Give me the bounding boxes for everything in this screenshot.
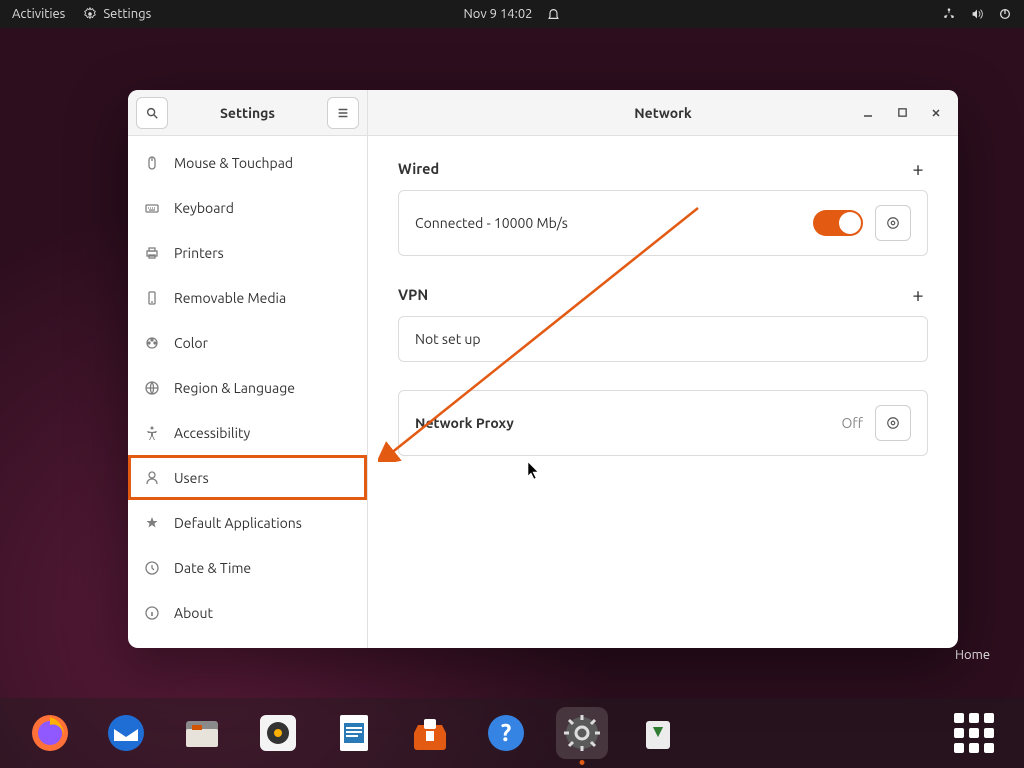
vpn-section-title: VPN xyxy=(398,286,428,303)
bell-icon[interactable] xyxy=(547,7,561,21)
sidebar-item-label: Default Applications xyxy=(174,515,302,531)
wired-settings-button[interactable] xyxy=(875,205,911,241)
sidebar-item-label: Removable Media xyxy=(174,290,286,306)
sidebar-item-keyboard[interactable]: Keyboard xyxy=(128,185,367,230)
sidebar-list: Mouse & Touchpad Keyboard Printers Removabl… xyxy=(128,136,367,648)
current-app-indicator[interactable]: Settings xyxy=(83,7,151,21)
sidebar-item-label: Color xyxy=(174,335,208,351)
gear-icon xyxy=(886,416,900,430)
sidebar-item-info[interactable]: About xyxy=(128,590,367,635)
sidebar-item-label: Keyboard xyxy=(174,200,234,216)
sidebar-item-label: Printers xyxy=(174,245,224,261)
settings-window: Settings Mouse & Touchpad Keyboard Printer… xyxy=(128,90,958,648)
dock-files[interactable] xyxy=(176,707,228,759)
star-icon xyxy=(144,515,160,531)
minimize-button[interactable] xyxy=(854,99,882,127)
main-header: Network xyxy=(368,90,958,136)
sidebar-item-mouse[interactable]: Mouse & Touchpad xyxy=(128,140,367,185)
user-icon xyxy=(144,470,160,486)
svg-text:?: ? xyxy=(501,719,512,746)
main-panel: Network Wired + Connected - 10000 Mb/s V… xyxy=(368,90,958,648)
accessibility-icon xyxy=(144,425,160,441)
media-icon xyxy=(144,290,160,306)
globe-icon xyxy=(144,380,160,396)
sidebar-item-accessibility[interactable]: Accessibility xyxy=(128,410,367,455)
grid-icon xyxy=(954,713,994,753)
current-app-label: Settings xyxy=(103,7,151,21)
dock-rhythmbox[interactable] xyxy=(252,707,304,759)
sidebar-item-color[interactable]: Color xyxy=(128,320,367,365)
dock-firefox[interactable] xyxy=(24,707,76,759)
dock: ? xyxy=(0,698,1024,768)
printer-icon xyxy=(144,245,160,261)
sidebar-title: Settings xyxy=(174,105,321,121)
wired-connection-row[interactable]: Connected - 10000 Mb/s xyxy=(398,190,928,256)
sidebar-item-user[interactable]: Users xyxy=(128,455,367,500)
dock-settings[interactable] xyxy=(556,707,608,759)
add-wired-button[interactable]: + xyxy=(908,158,928,178)
gear-icon xyxy=(83,7,97,21)
keyboard-icon xyxy=(144,200,160,216)
activities-button[interactable]: Activities xyxy=(12,7,65,21)
menu-button[interactable] xyxy=(327,97,359,129)
proxy-status: Off xyxy=(841,415,863,431)
proxy-row[interactable]: Network Proxy Off xyxy=(398,390,928,456)
vpn-status-label: Not set up xyxy=(415,331,911,347)
mouse-icon xyxy=(144,155,160,171)
dock-show-apps[interactable] xyxy=(948,707,1000,759)
close-button[interactable] xyxy=(922,99,950,127)
vpn-row[interactable]: Not set up xyxy=(398,316,928,362)
volume-icon[interactable] xyxy=(970,7,984,21)
sidebar-item-label: Mouse & Touchpad xyxy=(174,155,293,171)
sidebar-item-label: About xyxy=(174,605,213,621)
proxy-title: Network Proxy xyxy=(415,415,829,431)
sidebar-item-clock[interactable]: Date & Time xyxy=(128,545,367,590)
dock-help[interactable]: ? xyxy=(480,707,532,759)
wired-toggle[interactable] xyxy=(813,210,863,236)
hamburger-icon xyxy=(336,106,350,120)
dock-trash[interactable] xyxy=(632,707,684,759)
desktop-home-label[interactable]: Home xyxy=(955,648,990,662)
sidebar-item-globe[interactable]: Region & Language xyxy=(128,365,367,410)
search-button[interactable] xyxy=(136,97,168,129)
wired-status-label: Connected - 10000 Mb/s xyxy=(415,215,801,231)
maximize-button[interactable] xyxy=(888,99,916,127)
clock[interactable]: Nov 9 14:02 xyxy=(463,7,532,21)
dock-libreoffice[interactable] xyxy=(328,707,380,759)
page-title: Network xyxy=(634,105,692,121)
info-icon xyxy=(144,605,160,621)
sidebar-item-printer[interactable]: Printers xyxy=(128,230,367,275)
sidebar-item-label: Region & Language xyxy=(174,380,295,396)
dock-thunderbird[interactable] xyxy=(100,707,152,759)
color-icon xyxy=(144,335,160,351)
gear-icon xyxy=(886,216,900,230)
add-vpn-button[interactable]: + xyxy=(908,284,928,304)
wired-section-title: Wired xyxy=(398,160,439,177)
sidebar: Settings Mouse & Touchpad Keyboard Printer… xyxy=(128,90,368,648)
sidebar-item-star[interactable]: Default Applications xyxy=(128,500,367,545)
sidebar-header: Settings xyxy=(128,90,367,136)
dock-software[interactable] xyxy=(404,707,456,759)
sidebar-item-label: Accessibility xyxy=(174,425,250,441)
proxy-settings-button[interactable] xyxy=(875,405,911,441)
sidebar-item-label: Users xyxy=(174,470,209,486)
network-icon[interactable] xyxy=(942,7,956,21)
sidebar-item-media[interactable]: Removable Media xyxy=(128,275,367,320)
clock-icon xyxy=(144,560,160,576)
search-icon xyxy=(145,106,159,120)
power-icon[interactable] xyxy=(998,7,1012,21)
content-area: Wired + Connected - 10000 Mb/s VPN + Not… xyxy=(368,136,958,648)
top-bar: Activities Settings Nov 9 14:02 xyxy=(0,0,1024,28)
sidebar-item-label: Date & Time xyxy=(174,560,251,576)
